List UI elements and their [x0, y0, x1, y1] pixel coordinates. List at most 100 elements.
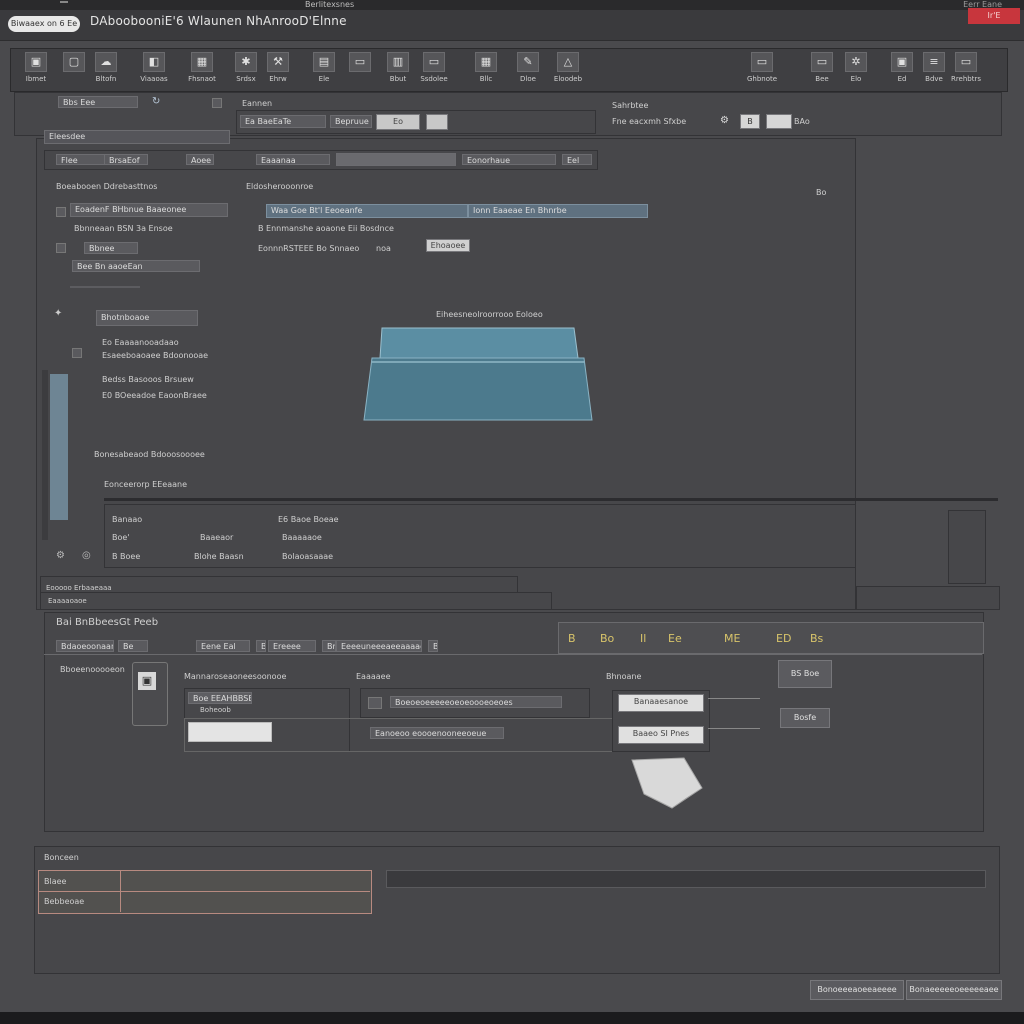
- frame-icon: ▢: [63, 52, 85, 72]
- option-label-4: E0 BOeeadoe EaoonBraee: [102, 391, 207, 400]
- left-field-1[interactable]: EoadenF BHbnue Baaeonee: [70, 203, 228, 217]
- toolbar-button-18[interactable]: ≡ Bdve: [918, 52, 950, 86]
- toolbar-button-6[interactable]: ⚒ Ehrw: [262, 52, 294, 86]
- row1-field-3[interactable]: Eaaanaa: [256, 154, 330, 165]
- toolbar-button-5[interactable]: ✱ Srdsx: [230, 52, 262, 86]
- toolbar-button-15[interactable]: ▭ Bee: [806, 52, 838, 86]
- row1-field-4[interactable]: Eonorhaue: [462, 154, 556, 165]
- group3-check[interactable]: [368, 697, 382, 709]
- app-pill[interactable]: Biwaaex on 6 Ee: [8, 16, 80, 32]
- close-button[interactable]: Ir'E: [968, 8, 1020, 24]
- row1-field-1[interactable]: BrsaEof: [104, 154, 148, 165]
- toolbar-button-19[interactable]: ▭ Rrehbtrs: [950, 52, 982, 86]
- toolbar-button-14[interactable]: ▭ Ghbnote: [746, 52, 778, 86]
- bottom-table-header: Bonceen: [44, 853, 79, 862]
- group4-title: Bhnoane: [606, 672, 642, 681]
- toolbar-label: Bdve: [925, 75, 943, 83]
- toolbar-label: Bltofn: [95, 75, 117, 83]
- toolbar-button-10[interactable]: ▭ Ssdolee: [418, 52, 450, 86]
- right-field-6: noa: [376, 244, 391, 253]
- left-scrollbar[interactable]: [42, 370, 48, 540]
- row1-field-2[interactable]: Aoee: [186, 154, 214, 165]
- option-check-1[interactable]: [72, 348, 82, 358]
- group4-button-1[interactable]: Banaaesanoe: [618, 694, 704, 712]
- settings-gear-icon[interactable]: ⚙: [720, 115, 729, 126]
- top-checkbox[interactable]: [212, 98, 222, 108]
- highlight-tab-2[interactable]: Il: [640, 632, 646, 645]
- left-check-2[interactable]: [56, 243, 66, 253]
- toolbar-button-17[interactable]: ▣ Ed: [886, 52, 918, 86]
- refresh-icon[interactable]: ↻: [152, 96, 160, 107]
- mid-field[interactable]: Ea BaeEaTe: [240, 115, 326, 128]
- right-button-2[interactable]: Bosfe: [780, 708, 830, 728]
- group1-title: Bboeenooooeon: [60, 665, 125, 674]
- group2-field[interactable]: Boe EEAHBBSE: [188, 692, 252, 704]
- highlight-tab-6[interactable]: Bs: [810, 632, 823, 645]
- menu-icon[interactable]: [60, 1, 68, 3]
- sub-row-3-b: Blohe Baasn: [194, 552, 244, 561]
- right-button-1[interactable]: BS Boe: [778, 660, 832, 688]
- toolbar-button-11[interactable]: ▦ Bllc: [470, 52, 502, 86]
- toolbar-button-1[interactable]: ▢: [58, 52, 90, 86]
- lower-tab-5[interactable]: Br: [322, 640, 336, 652]
- toolbar-button-0[interactable]: ▣ Ibmet: [20, 52, 52, 86]
- highlight-tab-5[interactable]: ED: [776, 632, 791, 645]
- right-field-7[interactable]: Ehoaoee: [426, 239, 470, 252]
- left-check-1[interactable]: [56, 207, 66, 217]
- sub-row-2-b: Baaeaor: [200, 533, 234, 542]
- lower-tab-3[interactable]: Bd: [256, 640, 266, 652]
- image-icon: ▣: [891, 52, 913, 72]
- mid-field-2[interactable]: Bepruue: [330, 115, 372, 128]
- col-left-title: Boeabooen Ddrebasttnos: [56, 182, 158, 191]
- right-side-box[interactable]: [948, 510, 986, 584]
- toolbar-button-9[interactable]: ▥ Bbut: [382, 52, 414, 86]
- gear-small-icon[interactable]: ⚙: [56, 550, 65, 561]
- footer-button-1[interactable]: Bonoeeeaoeeaeeee: [810, 980, 904, 1000]
- toolbar-button-7[interactable]: ▤ Ele: [308, 52, 340, 86]
- pin-icon[interactable]: ✦: [54, 308, 62, 319]
- right-field-2[interactable]: Ionn Eaaeae En Bhnrbe: [468, 204, 648, 218]
- toolbar-button-13[interactable]: △ Eloodeb: [552, 52, 584, 86]
- highlight-tab-1[interactable]: Bo: [600, 632, 614, 645]
- top-left-field[interactable]: Bbs Eee: [58, 96, 138, 108]
- left-field-4[interactable]: Bee Bn aaoeEan: [72, 260, 200, 272]
- right-field-5: EonnnRSTEEE Bo Snnaeo: [258, 244, 360, 253]
- main-separator: [104, 498, 998, 501]
- lower-tab-6[interactable]: Eeeeuneeeaeeaaaaeaoo: [336, 640, 422, 652]
- table-icon: ▦: [475, 52, 497, 72]
- footer-button-2[interactable]: Bonaeeeeeoeeeeeaee: [906, 980, 1002, 1000]
- toolbar-button-3[interactable]: ◧ Viaaoas: [138, 52, 170, 86]
- mid-small-button[interactable]: [426, 114, 448, 130]
- main-dropdown[interactable]: Bhotnboaoe: [96, 310, 198, 326]
- highlight-tab-4[interactable]: ME: [724, 632, 740, 645]
- right-button-2[interactable]: [766, 114, 792, 129]
- lower-tab-0[interactable]: Bdaoeoonaan: [56, 640, 114, 652]
- toolbar-button-2[interactable]: ☁ Bltofn: [90, 52, 122, 86]
- toolbar-button-16[interactable]: ✲ Elo: [840, 52, 872, 86]
- bottom-frame: [0, 1012, 1024, 1024]
- lower-tab-2[interactable]: Eene Eal: [196, 640, 250, 652]
- highlight-tab-0[interactable]: B: [568, 632, 576, 645]
- lower-tab-4[interactable]: Ereeee: [268, 640, 316, 652]
- link-line-2: [708, 728, 760, 729]
- row1-field-5[interactable]: Eel: [562, 154, 592, 165]
- left-field-3[interactable]: Bbnee: [84, 242, 138, 254]
- group3-field[interactable]: Boeoeoeeeeeoeoeoooeoeoes: [390, 696, 562, 708]
- horizontal-scrollbar[interactable]: [386, 870, 986, 888]
- right-small-button[interactable]: B: [740, 114, 760, 129]
- row1-wide-input[interactable]: [336, 153, 456, 166]
- knob-3d-preview[interactable]: [626, 754, 708, 810]
- right-field-1[interactable]: Waa Goe Bt'l Eeoeanfe: [266, 204, 468, 218]
- toolbar-button-12[interactable]: ✎ Dloe: [512, 52, 544, 86]
- circle-icon[interactable]: ◎: [82, 550, 91, 561]
- toolbar-button-8[interactable]: ▭: [344, 52, 376, 86]
- lower-tab-1[interactable]: Be: [118, 640, 148, 652]
- lower-tab-7[interactable]: B: [428, 640, 438, 652]
- mid-button[interactable]: Eo: [376, 114, 420, 130]
- sub-row-1-b: E6 Baoe Boeae: [278, 515, 339, 524]
- group4-button-2[interactable]: Baaeo SI Pnes: [618, 726, 704, 744]
- toolbar-button-4[interactable]: ▦ Fhsnaot: [186, 52, 218, 86]
- tray-3d-preview[interactable]: [362, 322, 598, 426]
- lower-tab-title: Bai BnBbeesGt Peeb: [56, 617, 159, 628]
- highlight-tab-3[interactable]: Ee: [668, 632, 682, 645]
